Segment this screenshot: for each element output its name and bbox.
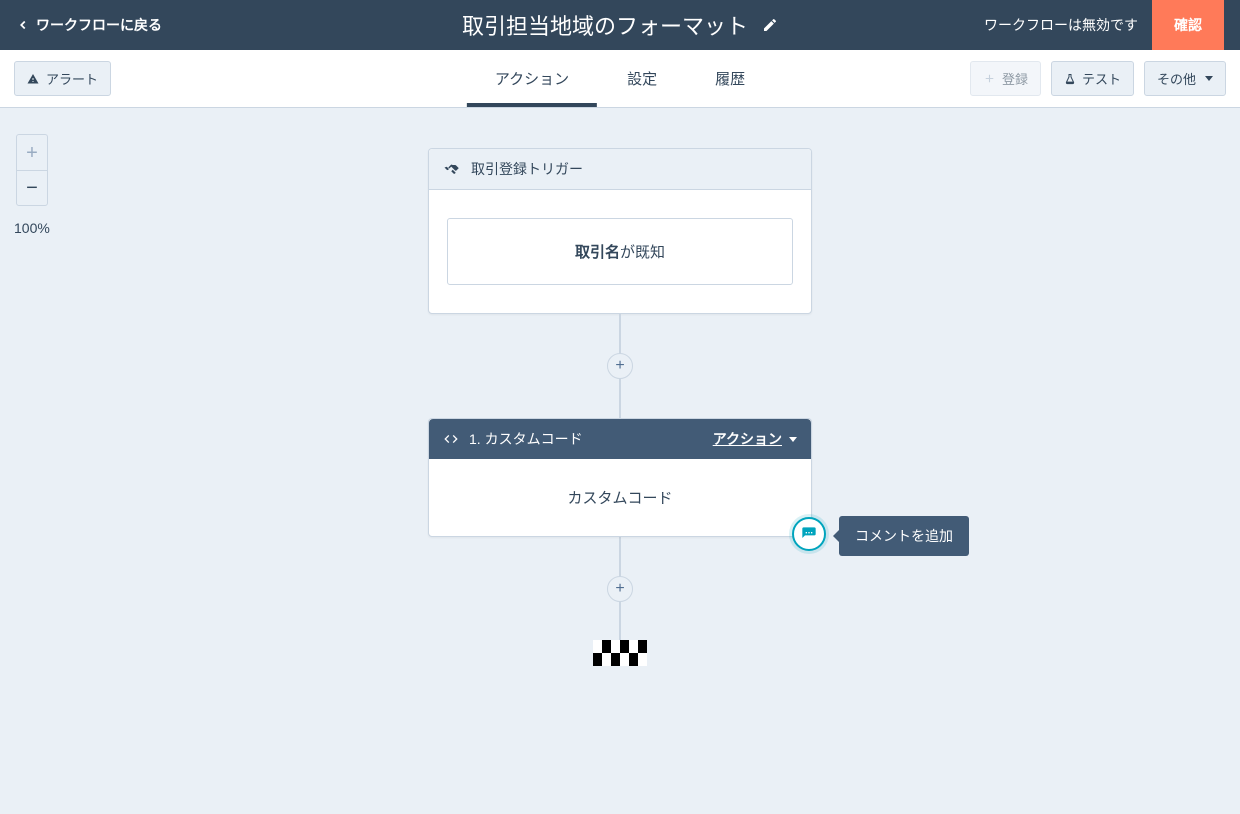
test-label: テスト (1082, 69, 1121, 88)
flask-icon (1064, 73, 1076, 85)
secondary-bar: アラート アクション 設定 履歴 登録 テスト その他 (0, 50, 1240, 108)
trigger-header: 取引登録トリガー (429, 149, 811, 190)
action-dropdown[interactable]: アクション (713, 429, 797, 449)
zoom-in-button[interactable]: + (16, 134, 48, 170)
connector (619, 314, 621, 354)
action-card[interactable]: 1. カスタムコード アクション カスタムコード コメントを追加 (428, 418, 812, 537)
action-header: 1. カスタムコード アクション (429, 419, 811, 459)
back-label: ワークフローに戻る (36, 15, 162, 35)
condition-bold: 取引名 (575, 244, 620, 261)
top-header: ワークフローに戻る 取引担当地域のフォーマット ワークフローは無効です 確認 (0, 0, 1240, 50)
tab-action[interactable]: アクション (495, 50, 569, 107)
more-button[interactable]: その他 (1144, 61, 1226, 96)
workflow-canvas[interactable]: + − 100% 取引登録トリガー 取引名が既知 + 1. カスタムコード (0, 108, 1240, 814)
code-icon (443, 431, 459, 447)
trigger-header-label: 取引登録トリガー (471, 159, 583, 179)
chevron-down-icon (789, 437, 797, 442)
workflow-flow: 取引登録トリガー 取引名が既知 + 1. カスタムコード アクション (428, 148, 812, 666)
comment-tooltip: コメントを追加 (839, 516, 969, 556)
end-marker (593, 640, 647, 666)
alert-button[interactable]: アラート (14, 61, 111, 96)
add-comment-button[interactable] (792, 517, 826, 551)
action-dropdown-label: アクション (713, 429, 782, 449)
trigger-body: 取引名が既知 (429, 190, 811, 313)
alert-label: アラート (46, 69, 98, 88)
trigger-condition[interactable]: 取引名が既知 (447, 218, 793, 285)
add-step-button[interactable]: + (607, 576, 633, 602)
enroll-icon (983, 72, 996, 85)
condition-rest: が既知 (620, 244, 665, 261)
tab-history[interactable]: 履歴 (715, 50, 745, 107)
connector (619, 601, 621, 641)
pencil-icon[interactable] (762, 17, 778, 33)
comment-icon (801, 526, 817, 542)
trigger-card[interactable]: 取引登録トリガー 取引名が既知 (428, 148, 812, 314)
tabs: アクション 設定 履歴 (495, 50, 745, 107)
add-step-button[interactable]: + (607, 353, 633, 379)
more-label: その他 (1157, 69, 1196, 88)
zoom-out-button[interactable]: − (16, 170, 48, 206)
handshake-icon (443, 160, 461, 178)
warning-icon (27, 73, 39, 85)
tab-settings[interactable]: 設定 (627, 50, 657, 107)
connector (619, 378, 621, 418)
chevron-left-icon (16, 18, 30, 32)
action-index-label: 1. カスタムコード (469, 429, 583, 449)
connector (619, 537, 621, 577)
zoom-level: 100% (14, 220, 50, 236)
back-to-workflows[interactable]: ワークフローに戻る (16, 15, 162, 35)
title-group: 取引担当地域のフォーマット (462, 9, 778, 41)
enroll-button: 登録 (970, 61, 1041, 96)
action-body: カスタムコード (429, 459, 811, 536)
enroll-label: 登録 (1002, 69, 1028, 88)
header-right: ワークフローは無効です 確認 (984, 0, 1224, 50)
test-button[interactable]: テスト (1051, 61, 1134, 96)
workflow-disabled-status: ワークフローは無効です (984, 15, 1138, 35)
chevron-down-icon (1205, 76, 1213, 81)
workflow-title: 取引担当地域のフォーマット (462, 9, 748, 41)
zoom-controls: + − 100% (14, 134, 50, 236)
confirm-button[interactable]: 確認 (1152, 0, 1224, 50)
secondary-right: 登録 テスト その他 (970, 61, 1226, 96)
